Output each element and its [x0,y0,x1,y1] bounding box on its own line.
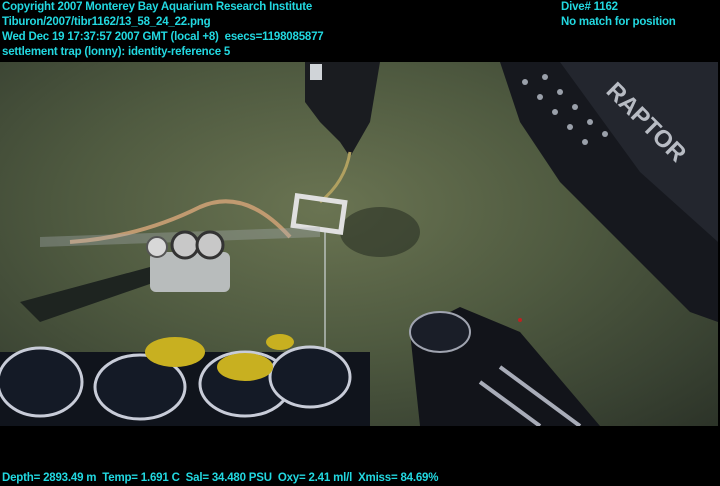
video-frame: RAPTOR [0,62,718,426]
file-path-text: Tiburon/2007/tibr1162/13_58_24_22.png [2,16,211,28]
copyright-text: Copyright 2007 Monterey Bay Aquarium Res… [2,1,313,13]
hose [409,307,600,426]
dive-number: Dive# 1162 [561,1,618,13]
annotation-text: settlement trap (lonny): identity-refere… [2,46,231,58]
identity-reference-tag [290,192,348,236]
seafloor-scene: RAPTOR [0,62,718,426]
float-pulley [146,230,230,292]
raptor-arm: RAPTOR [500,62,718,322]
trap-cylinders [0,334,370,426]
manipulator-jaw [305,62,380,157]
timestamp-text: Wed Dec 19 17:37:57 2007 GMT (local +8) … [2,31,324,43]
position-status: No match for position [561,16,676,28]
telemetry-readout: Depth= 2893.49 m Temp= 1.691 C Sal= 34.4… [2,472,439,484]
